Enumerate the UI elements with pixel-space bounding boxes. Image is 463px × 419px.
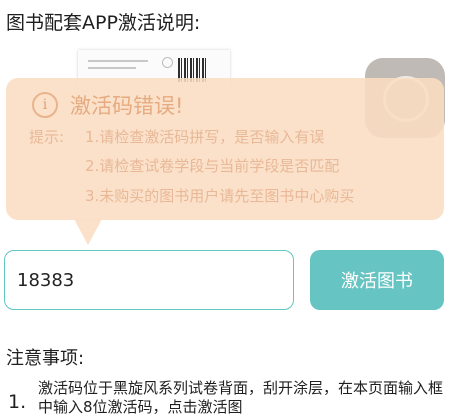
error-popup: i 激活码错误! 提示: 1.请检查激活码拼写，是否输入有误 2.请检查试卷学段… (6, 78, 444, 220)
tips-prefix: 提示: (29, 128, 65, 146)
tip-item: 2.请检查试卷学段与当前学段是否匹配 (85, 157, 340, 175)
error-title: 激活码错误! (70, 94, 184, 118)
tip-item: 3.未购买的图书用户请先至图书中心购买 (85, 187, 355, 205)
tip-item: 1.请检查激活码拼写，是否输入有误 (85, 128, 325, 146)
notes-title: 注意事项: (6, 348, 85, 369)
info-icon: i (32, 92, 58, 118)
page-header-title: 图书配套APP激活说明: (6, 12, 201, 34)
activation-code-input[interactable] (4, 250, 294, 310)
activate-book-button[interactable]: 激活图书 (310, 250, 444, 310)
list-item-number: 1. (8, 391, 27, 413)
popup-pointer (74, 219, 102, 245)
list-item-text: 激活码位于黑旋风系列试卷背面，刮开涂层，在本页面输入框中输入8位激活码，点击激活… (38, 379, 444, 416)
seal-icon (162, 57, 173, 68)
